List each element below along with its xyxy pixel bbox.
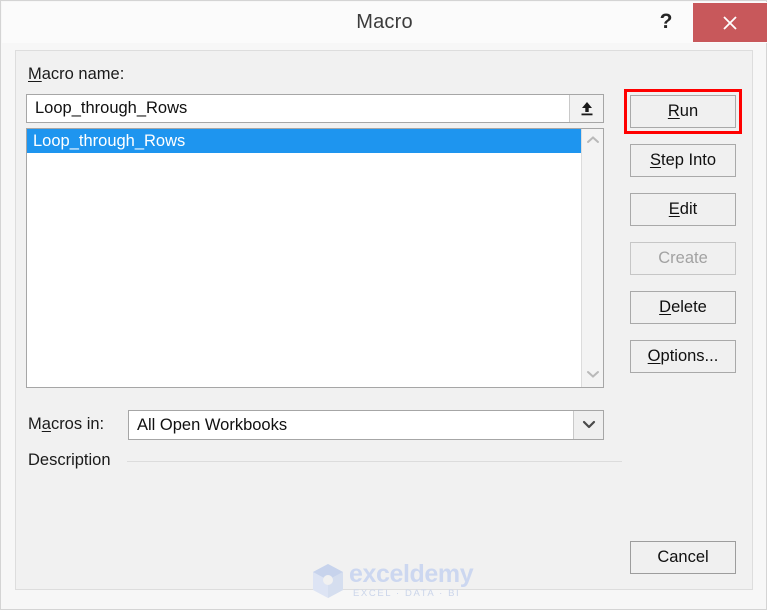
macro-list-scrollbar[interactable] [581, 129, 603, 387]
macros-in-label-pre: M [28, 415, 42, 433]
scroll-down-button[interactable] [582, 365, 603, 385]
title-bar: Macro ? [2, 2, 767, 43]
edit-button[interactable]: Edit [630, 193, 736, 226]
dialog-content-panel: Macro name: Loop_through_Rows Loop_throu… [15, 50, 753, 599]
create-button: Create [630, 242, 736, 275]
macro-name-label-rest: acro name: [41, 65, 125, 83]
macro-name-input[interactable] [27, 95, 570, 122]
description-label: Description [28, 451, 111, 469]
run-button-accel: R [667, 102, 680, 120]
upload-arrow-icon [570, 100, 603, 118]
macros-in-selected-value: All Open Workbooks [137, 416, 288, 434]
delete-button[interactable]: Delete [630, 291, 736, 324]
step-into-button-label-rest: tep Into [660, 151, 717, 169]
upload-macro-button[interactable] [569, 95, 603, 122]
macro-name-label: Macro name: [28, 65, 124, 84]
macro-name-field-group [26, 94, 604, 123]
exceldemy-wordmark: exceldemy [349, 560, 474, 588]
macro-list-box[interactable]: Loop_through_Rows [26, 128, 604, 388]
description-separator [127, 461, 622, 462]
close-icon [693, 14, 767, 32]
cancel-button[interactable]: Cancel [630, 541, 736, 574]
step-into-button-accel: S [649, 151, 661, 169]
chevron-up-icon [582, 135, 603, 145]
macro-name-label-accel: M [28, 65, 42, 83]
scroll-up-button[interactable] [582, 131, 603, 151]
edit-button-accel: E [668, 200, 680, 218]
macro-dialog-window: Macro ? Macro name: Loop_through_Rows Lo… [0, 0, 767, 610]
exceldemy-logo-icon [309, 561, 347, 606]
macros-in-combobox[interactable]: All Open Workbooks [128, 410, 604, 440]
exceldemy-tagline: EXCEL · DATA · BI [353, 588, 461, 599]
chevron-down-icon [574, 418, 603, 430]
edit-button-label-rest: dit [679, 200, 698, 218]
help-button[interactable]: ? [647, 2, 685, 42]
macros-in-dropdown-button[interactable] [573, 411, 603, 439]
exceldemy-watermark: exceldemy EXCEL · DATA · BI [307, 559, 487, 603]
macros-in-label-rest: cros in: [50, 415, 105, 433]
step-into-button[interactable]: Step Into [630, 144, 736, 177]
run-button-label-rest: un [679, 102, 699, 120]
run-button[interactable]: Run [630, 95, 736, 128]
chevron-down-icon [582, 369, 603, 379]
macros-in-label: Macros in: [28, 415, 104, 434]
delete-button-label-rest: elete [671, 298, 707, 316]
options-button-label-rest: ptions... [660, 347, 719, 365]
macro-list-items: Loop_through_Rows [27, 129, 581, 387]
options-button-accel: O [647, 347, 661, 365]
close-button[interactable] [693, 3, 767, 42]
list-item[interactable]: Loop_through_Rows [27, 129, 581, 153]
options-button[interactable]: Options... [630, 340, 736, 373]
macros-in-label-accel: a [41, 415, 51, 433]
delete-button-accel: D [659, 298, 672, 316]
